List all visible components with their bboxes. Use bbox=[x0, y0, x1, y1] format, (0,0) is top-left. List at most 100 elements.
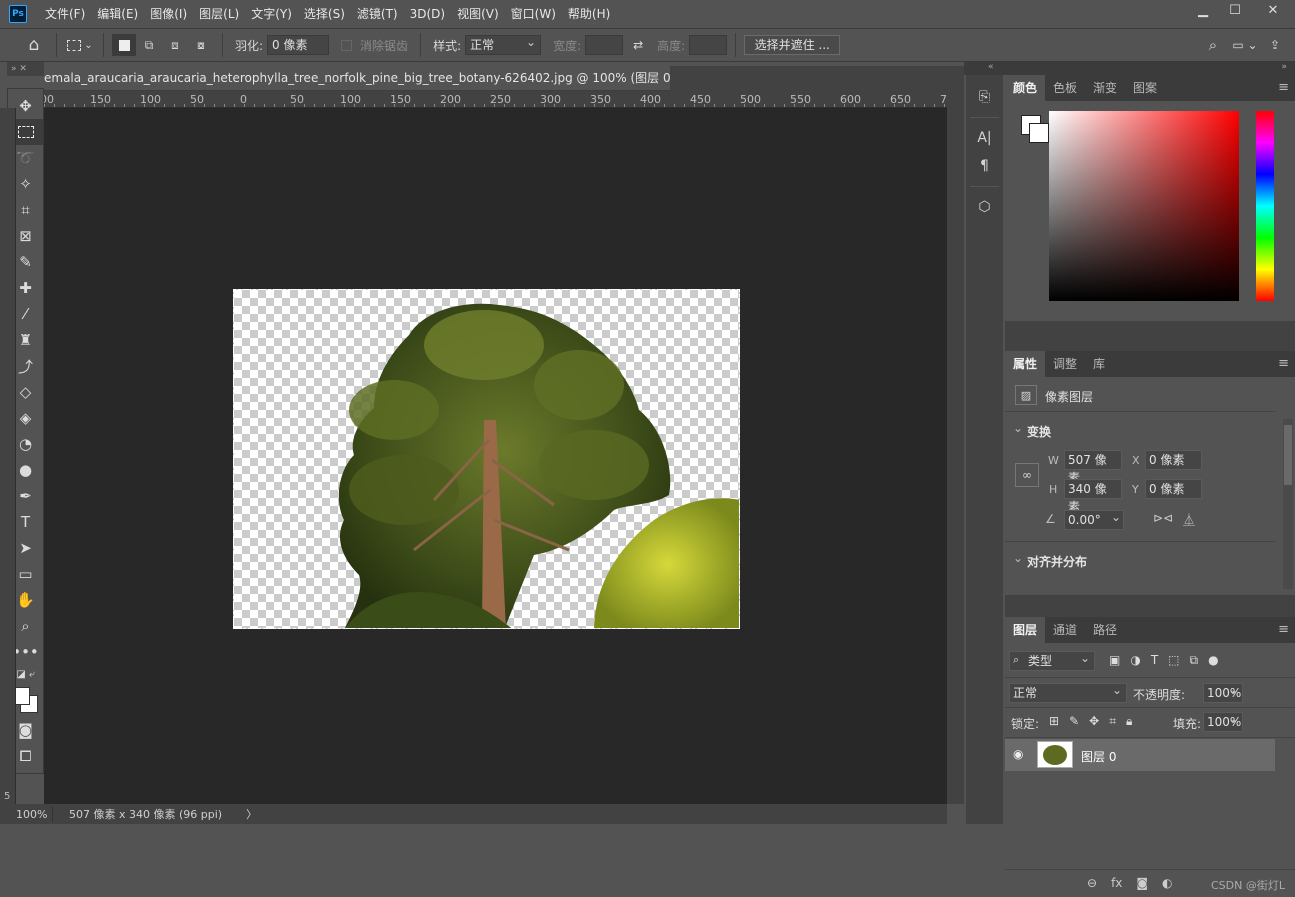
layer-type-label: 像素图层 bbox=[1045, 390, 1094, 404]
minimize-icon[interactable]: ▁ bbox=[1187, 0, 1219, 20]
link-dimensions-icon[interactable]: ∞ bbox=[1015, 463, 1039, 487]
close-icon[interactable]: ✕ bbox=[1251, 0, 1295, 20]
align-chevron-icon[interactable]: ⌄ bbox=[1013, 551, 1023, 565]
collapse-right-icon[interactable]: » bbox=[1281, 62, 1287, 72]
layers-panel-menu-icon[interactable]: ≡ bbox=[1278, 617, 1289, 643]
add-selection-icon[interactable]: ⧉ bbox=[136, 34, 162, 56]
filter-adjustment-icon[interactable]: ◑ bbox=[1130, 653, 1140, 668]
menu-window[interactable]: 窗口(W) bbox=[505, 0, 562, 28]
adjustment-layer-icon[interactable]: ◐ bbox=[1162, 876, 1172, 890]
lock-artboard-icon[interactable]: ⌗ bbox=[1109, 714, 1116, 729]
menu-image[interactable]: 图像(I) bbox=[144, 0, 193, 28]
select-and-mask-button[interactable]: 选择并遮住 ... bbox=[744, 35, 841, 55]
ruler-tick-label: 100 bbox=[140, 93, 161, 106]
height-input[interactable] bbox=[689, 35, 728, 55]
y-field[interactable]: 0 像素 bbox=[1145, 479, 1202, 499]
height-field[interactable]: 340 像素 bbox=[1064, 479, 1122, 514]
blend-mode-select[interactable]: 正常 bbox=[1009, 681, 1127, 703]
lock-position-icon[interactable]: ✥ bbox=[1089, 714, 1099, 729]
document-tab[interactable]: emala_araucaria_araucaria_heterophylla_t… bbox=[44, 66, 670, 91]
3d-panel-icon[interactable]: ⬡ bbox=[966, 193, 1003, 221]
width-input[interactable] bbox=[585, 35, 624, 55]
new-selection-icon[interactable] bbox=[112, 34, 136, 56]
feather-input[interactable]: 0 像素 bbox=[267, 35, 330, 55]
menu-layer[interactable]: 图层(L) bbox=[193, 0, 245, 28]
tab-color[interactable]: 颜色 bbox=[1005, 75, 1046, 101]
properties-scrollbar[interactable] bbox=[1283, 419, 1293, 589]
hue-slider[interactable] bbox=[1256, 111, 1274, 301]
tab-paths[interactable]: 路径 bbox=[1085, 617, 1125, 643]
layer-filter-select[interactable]: 类型 bbox=[1009, 649, 1095, 671]
ruler-tick-label: 00 bbox=[44, 93, 54, 106]
character-panel-icon[interactable]: A| bbox=[966, 124, 1003, 152]
ruler-tick-label: 550 bbox=[790, 93, 811, 106]
marquee-preset-icon[interactable]: ⌄ bbox=[65, 33, 95, 57]
canvas-vertical-scrollbar[interactable] bbox=[947, 91, 964, 804]
fill-field[interactable]: 100% bbox=[1203, 710, 1243, 732]
color-panel-menu-icon[interactable]: ≡ bbox=[1278, 75, 1289, 101]
color-field[interactable] bbox=[1049, 111, 1239, 301]
filter-pixel-icon[interactable]: ▣ bbox=[1109, 653, 1120, 668]
toolbar-collapse[interactable]: » ✕ bbox=[7, 62, 44, 76]
visibility-eye-icon[interactable]: ◉ bbox=[1013, 747, 1023, 761]
paragraph-panel-icon[interactable]: ¶ bbox=[966, 152, 1003, 180]
horizontal-ruler: 0015010050050100150200250300350400450500… bbox=[44, 91, 947, 108]
layer-row[interactable]: ◉ 图层 0 bbox=[1005, 739, 1275, 771]
filter-type-icon[interactable]: T bbox=[1151, 653, 1158, 668]
width-field[interactable]: 507 像素 bbox=[1064, 450, 1122, 485]
x-field[interactable]: 0 像素 bbox=[1145, 450, 1202, 470]
menu-type[interactable]: 文字(Y) bbox=[245, 0, 298, 28]
zoom-level[interactable]: 100% bbox=[0, 808, 52, 821]
workspace-icon[interactable]: ▭ ⌄ bbox=[1227, 38, 1263, 52]
home-icon[interactable]: ⌂ bbox=[20, 33, 48, 57]
tab-patterns[interactable]: 图案 bbox=[1125, 75, 1165, 101]
menu-view[interactable]: 视图(V) bbox=[451, 0, 505, 28]
intersect-selection-icon[interactable]: ⧇ bbox=[188, 34, 214, 56]
menu-select[interactable]: 选择(S) bbox=[298, 0, 351, 28]
search-icon[interactable]: ⌕ bbox=[1199, 36, 1227, 54]
share-icon[interactable]: ⇪ bbox=[1263, 38, 1287, 52]
menu-3d[interactable]: 3D(D) bbox=[404, 0, 451, 28]
document-image[interactable] bbox=[233, 289, 740, 629]
flip-vertical-icon[interactable]: ⏅ bbox=[1183, 511, 1195, 528]
subtract-selection-icon[interactable]: ⧈ bbox=[162, 34, 188, 56]
ruler-tick-label: 400 bbox=[640, 93, 661, 106]
style-select[interactable]: 正常 bbox=[465, 33, 542, 55]
history-panel-icon[interactable]: ⎘ bbox=[966, 83, 1003, 111]
flip-horizontal-icon[interactable]: ⊳⊲ bbox=[1153, 511, 1173, 525]
filter-toggle-icon[interactable]: ● bbox=[1208, 653, 1218, 668]
transform-chevron-icon[interactable]: ⌄ bbox=[1013, 421, 1023, 435]
antialias-label: 消除锯齿 bbox=[360, 38, 409, 53]
tab-swatches[interactable]: 色板 bbox=[1045, 75, 1085, 101]
status-menu-arrow[interactable]: 〉 bbox=[246, 806, 257, 822]
menu-filter[interactable]: 滤镜(T) bbox=[351, 0, 404, 28]
filter-smart-object-icon[interactable]: ⧉ bbox=[1190, 653, 1199, 668]
link-layers-icon[interactable]: ⊖ bbox=[1087, 876, 1097, 890]
menu-edit[interactable]: 编辑(E) bbox=[91, 0, 144, 28]
opacity-field[interactable]: 100% bbox=[1203, 681, 1243, 703]
menu-file[interactable]: 文件(F) bbox=[39, 0, 91, 28]
lock-pixels-icon[interactable]: ✎ bbox=[1069, 714, 1079, 729]
collapse-left-icon[interactable]: « bbox=[988, 62, 994, 72]
tab-properties[interactable]: 属性 bbox=[1005, 351, 1046, 377]
swap-icon[interactable]: ⇄ bbox=[623, 38, 653, 52]
tab-gradients[interactable]: 渐变 bbox=[1085, 75, 1125, 101]
width-label: W bbox=[1048, 454, 1059, 467]
tab-adjustments[interactable]: 调整 bbox=[1045, 351, 1085, 377]
maximize-icon[interactable]: ☐ bbox=[1219, 0, 1251, 20]
add-mask-icon[interactable]: ◙ bbox=[1136, 876, 1148, 890]
tab-channels[interactable]: 通道 bbox=[1045, 617, 1085, 643]
filter-shape-icon[interactable]: ⬚ bbox=[1168, 653, 1179, 668]
ruler-tick-label: 50 bbox=[190, 93, 204, 106]
antialias-checkbox[interactable] bbox=[341, 39, 353, 51]
background-color-chip[interactable] bbox=[1029, 123, 1049, 143]
properties-panel-menu-icon[interactable]: ≡ bbox=[1278, 351, 1289, 377]
tab-layers[interactable]: 图层 bbox=[1005, 617, 1046, 643]
menu-help[interactable]: 帮助(H) bbox=[562, 0, 616, 28]
layer-name[interactable]: 图层 0 bbox=[1081, 748, 1116, 765]
lock-all-icon[interactable]: 🔒︎ bbox=[1126, 714, 1132, 729]
layer-style-icon[interactable]: fx bbox=[1111, 876, 1122, 890]
lock-transparency-icon[interactable]: ⊞ bbox=[1049, 714, 1059, 729]
height-label: H bbox=[1049, 483, 1058, 496]
tab-libraries[interactable]: 库 bbox=[1085, 351, 1113, 377]
